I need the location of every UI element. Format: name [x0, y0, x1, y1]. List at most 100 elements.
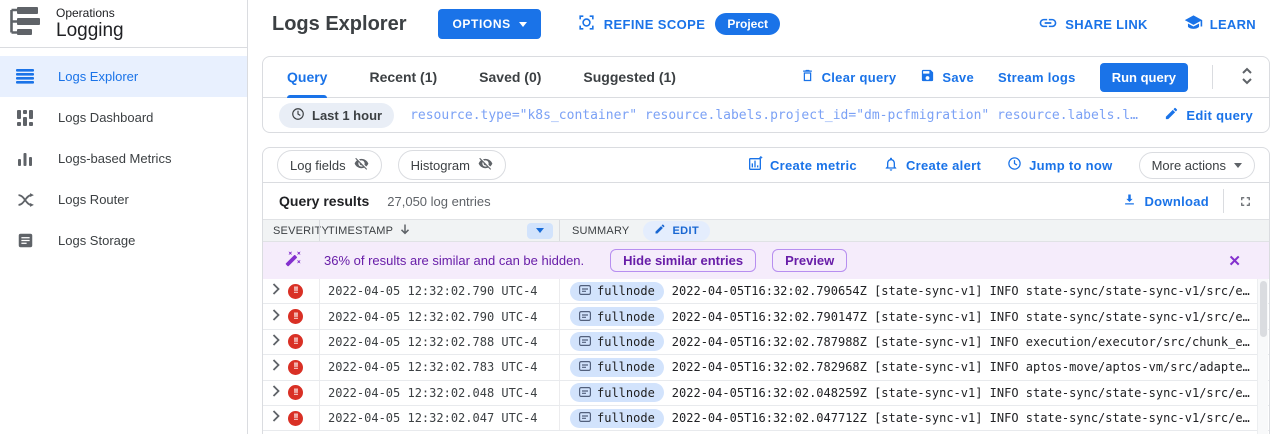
collapse-panel-button[interactable] [1237, 67, 1257, 88]
list-lines-icon [16, 69, 34, 84]
column-timestamp[interactable]: TIMESTAMP [319, 220, 559, 241]
log-timestamp: 2022-04-05 12:32:02.790 UTC-4 [319, 304, 559, 328]
log-row[interactable]: !! 2022-04-05 12:32:02.790 UTC-4 fullnod… [263, 279, 1269, 304]
error-severity-icon: !! [288, 411, 303, 426]
log-summary: 2022-04-05T16:32:02.047712Z [state-sync-… [672, 411, 1255, 425]
tab-recent[interactable]: Recent (1) [369, 57, 437, 98]
resource-chip[interactable]: fullnode [570, 332, 664, 351]
jump-to-now-button[interactable]: Jump to now [1007, 156, 1112, 174]
magic-wand-icon [285, 250, 302, 272]
page-title: Logs Explorer [272, 13, 406, 36]
results-toolbar: Log fields Histogram [263, 148, 1269, 183]
pencil-icon [654, 223, 666, 238]
log-row[interactable]: !! 2022-04-05 12:32:02.790 UTC-4 fullnod… [263, 304, 1269, 329]
refine-scope-icon [577, 13, 596, 35]
log-row[interactable]: !! 2022-04-05 12:32:02.783 UTC-4 fullnod… [263, 355, 1269, 380]
expand-chevron-icon[interactable] [272, 333, 280, 351]
sidebar-item-logs-router[interactable]: Logs Router [0, 179, 247, 220]
scrollbar-thumb[interactable] [1260, 281, 1267, 337]
tab-suggested[interactable]: Suggested (1) [583, 57, 676, 98]
histogram-chip[interactable]: Histogram [398, 150, 506, 180]
share-link-button[interactable]: SHARE LINK [1038, 13, 1147, 36]
timestamp-dropdown-button[interactable] [527, 223, 553, 239]
logs-explorer-app: Operations Logging Logs Explorer [0, 0, 1280, 434]
download-button[interactable]: Download [1122, 192, 1209, 210]
sidebar-item-label: Logs Router [58, 192, 129, 207]
tab-query[interactable]: Query [287, 57, 327, 98]
similar-entries-banner: 36% of results are similar and can be hi… [263, 242, 1269, 279]
log-row[interactable]: !! 2022-04-05 12:32:02.048 UTC-4 fullnod… [263, 381, 1269, 406]
error-severity-icon: !! [288, 309, 303, 324]
resource-chip-label: fullnode [597, 386, 655, 400]
tab-saved[interactable]: Saved (0) [479, 57, 541, 98]
resource-chip[interactable]: fullnode [570, 383, 664, 402]
run-query-button[interactable]: Run query [1100, 63, 1188, 92]
vertical-scrollbar[interactable] [1257, 279, 1268, 434]
time-range-chip[interactable]: Last 1 hour [279, 103, 394, 128]
resource-chip[interactable]: fullnode [570, 358, 664, 377]
resource-chip[interactable]: fullnode [570, 282, 664, 301]
chevron-down-icon [519, 22, 527, 27]
container-icon [579, 360, 591, 374]
sidebar-item-label: Logs Dashboard [58, 110, 153, 125]
bell-icon [883, 156, 899, 175]
dashboard-icon [16, 110, 34, 126]
log-timestamp: 2022-04-05 12:32:02.783 UTC-4 [319, 355, 559, 379]
product-name: Operations [56, 6, 124, 20]
divider [1212, 65, 1213, 89]
options-button[interactable]: OPTIONS [438, 9, 540, 39]
log-row[interactable]: !! 2022-04-05 12:32:02.788 UTC-4 fullnod… [263, 330, 1269, 355]
router-shuffle-icon [16, 193, 34, 207]
resource-chip-label: fullnode [597, 310, 655, 324]
sidebar-nav: Logs Explorer Logs Dashboard [0, 48, 247, 261]
close-banner-button[interactable]: ✕ [1216, 252, 1253, 270]
sort-desc-icon [399, 223, 411, 238]
query-preview-row: Last 1 hour resource.type="k8s_container… [263, 98, 1269, 132]
results-card: Log fields Histogram [262, 147, 1270, 434]
download-icon [1122, 192, 1137, 210]
container-icon [579, 310, 591, 324]
expand-chevron-icon[interactable] [272, 384, 280, 402]
banner-message: 36% of results are similar and can be hi… [324, 253, 584, 268]
container-icon [579, 386, 591, 400]
hide-similar-entries-button[interactable]: Hide similar entries [610, 249, 756, 272]
eye-off-icon [478, 156, 493, 174]
refine-scope-button[interactable]: REFINE SCOPE [577, 13, 706, 35]
expand-chevron-icon[interactable] [272, 282, 280, 300]
chevron-down-icon [536, 228, 544, 233]
container-icon [579, 335, 591, 349]
sidebar-item-logs-dashboard[interactable]: Logs Dashboard [0, 97, 247, 138]
column-severity: SEVERITY [263, 220, 319, 241]
resource-chip[interactable]: fullnode [570, 409, 664, 428]
clock-icon [291, 107, 305, 124]
preview-button[interactable]: Preview [772, 249, 847, 272]
query-text[interactable]: resource.type="k8s_container" resource.l… [410, 108, 1148, 123]
edit-query-button[interactable]: Edit query [1164, 106, 1253, 124]
learn-button[interactable]: LEARN [1184, 13, 1256, 35]
stream-logs-button[interactable]: Stream logs [998, 70, 1076, 85]
save-button[interactable]: Save [920, 68, 974, 86]
log-rows: !! 2022-04-05 12:32:02.790 UTC-4 fullnod… [263, 279, 1269, 434]
log-summary: 2022-04-05T16:32:02.787988Z [state-sync-… [672, 335, 1255, 349]
log-fields-chip[interactable]: Log fields [277, 150, 382, 180]
log-summary: 2022-04-05T16:32:02.048259Z [state-sync-… [672, 386, 1255, 400]
expand-chevron-icon[interactable] [272, 358, 280, 376]
create-alert-button[interactable]: Create alert [883, 156, 981, 175]
log-row[interactable]: !! 2022-04-05 12:32:02.047 UTC-4 fullnod… [263, 406, 1269, 431]
bar-chart-icon [16, 152, 34, 166]
clear-query-button[interactable]: Clear query [800, 68, 897, 86]
expand-chevron-icon[interactable] [272, 308, 280, 326]
fullscreen-button[interactable] [1238, 194, 1253, 209]
edit-summary-button[interactable]: EDIT [643, 221, 710, 241]
more-actions-button[interactable]: More actions [1139, 152, 1255, 179]
create-metric-button[interactable]: Create metric [747, 156, 857, 175]
resource-chip[interactable]: fullnode [570, 307, 664, 326]
error-severity-icon: !! [288, 284, 303, 299]
sidebar-item-logs-based-metrics[interactable]: Logs-based Metrics [0, 138, 247, 179]
sidebar-item-label: Logs-based Metrics [58, 151, 171, 166]
scope-badge[interactable]: Project [715, 13, 780, 35]
sidebar-item-logs-explorer[interactable]: Logs Explorer [0, 56, 247, 97]
log-summary: 2022-04-05T16:32:02.782968Z [state-sync-… [672, 360, 1255, 374]
expand-chevron-icon[interactable] [272, 409, 280, 427]
sidebar-item-logs-storage[interactable]: Logs Storage [0, 220, 247, 261]
